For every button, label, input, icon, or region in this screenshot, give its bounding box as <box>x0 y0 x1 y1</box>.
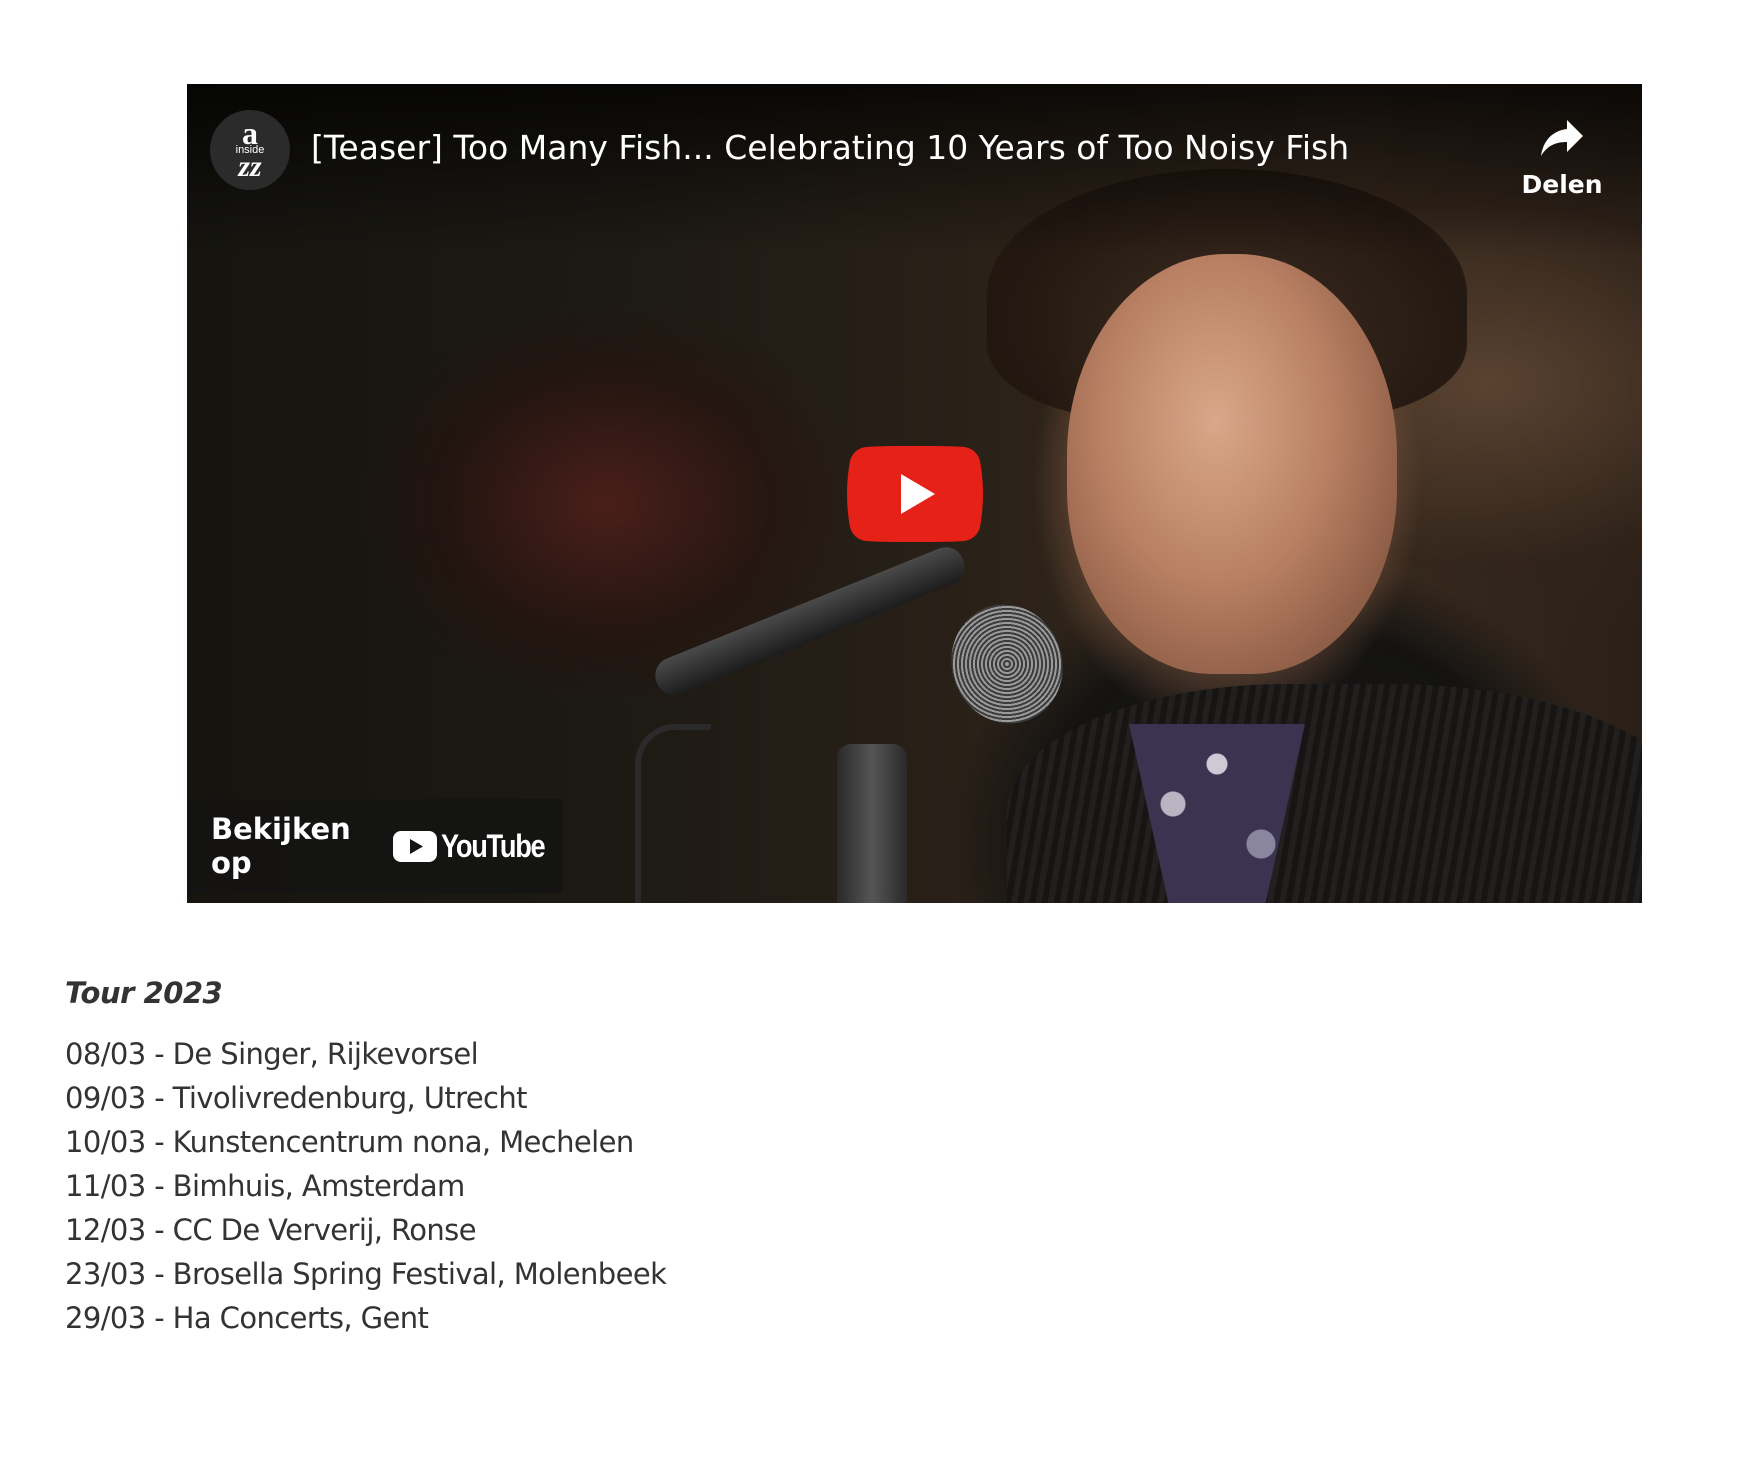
youtube-logo-icon <box>393 830 438 862</box>
tour-date-item: 11/03 - Bimhuis, Amsterdam <box>65 1169 465 1203</box>
thumbnail-face <box>1067 254 1397 674</box>
share-button[interactable]: Delen <box>1507 118 1617 199</box>
avatar-text-top: a <box>242 114 258 151</box>
channel-avatar[interactable]: a inside zz <box>210 110 290 190</box>
share-arrow-icon <box>1541 120 1583 156</box>
tour-date-item: 12/03 - CC De Ververij, Ronse <box>65 1213 477 1247</box>
tour-section: Tour 2023 08/03 - De Singer, Rijkevorsel… <box>65 976 667 1340</box>
thumbnail-mic-cable <box>635 724 711 903</box>
youtube-wordmark: YouTube <box>441 827 546 864</box>
page: a inside zz [Teaser] Too Many Fish... Ce… <box>0 0 1752 1476</box>
tour-date-item: 23/03 - Brosella Spring Festival, Molenb… <box>65 1257 667 1291</box>
youtube-logo: YouTube <box>393 828 563 865</box>
tour-date-item: 10/03 - Kunstencentrum nona, Mechelen <box>65 1125 634 1159</box>
tour-date-item: 09/03 - Tivolivredenburg, Utrecht <box>65 1081 528 1115</box>
avatar-text-bottom: zz <box>238 150 262 184</box>
thumbnail-mic-stand <box>837 744 907 903</box>
tour-heading: Tour 2023 <box>65 976 223 1010</box>
tour-date-list: 08/03 - De Singer, Rijkevorsel 09/03 - T… <box>65 1032 667 1340</box>
thumbnail-mic-body <box>649 541 971 701</box>
video-title-link[interactable]: [Teaser] Too Many Fish... Celebrating 10… <box>311 128 1349 167</box>
thumbnail-sweater <box>1007 684 1642 903</box>
tour-date-item: 29/03 - Ha Concerts, Gent <box>65 1301 429 1335</box>
play-icon <box>847 446 983 542</box>
share-label: Delen <box>1521 170 1603 199</box>
watch-on-youtube-button[interactable]: Bekijken op YouTube <box>187 799 563 893</box>
thumbnail-mic-head <box>934 588 1080 740</box>
tour-date-item: 08/03 - De Singer, Rijkevorsel <box>65 1037 479 1071</box>
title-gradient <box>187 84 1642 254</box>
youtube-embed[interactable]: a inside zz [Teaser] Too Many Fish... Ce… <box>187 84 1642 903</box>
play-button[interactable] <box>847 446 983 542</box>
watch-on-label: Bekijken op <box>211 812 351 880</box>
